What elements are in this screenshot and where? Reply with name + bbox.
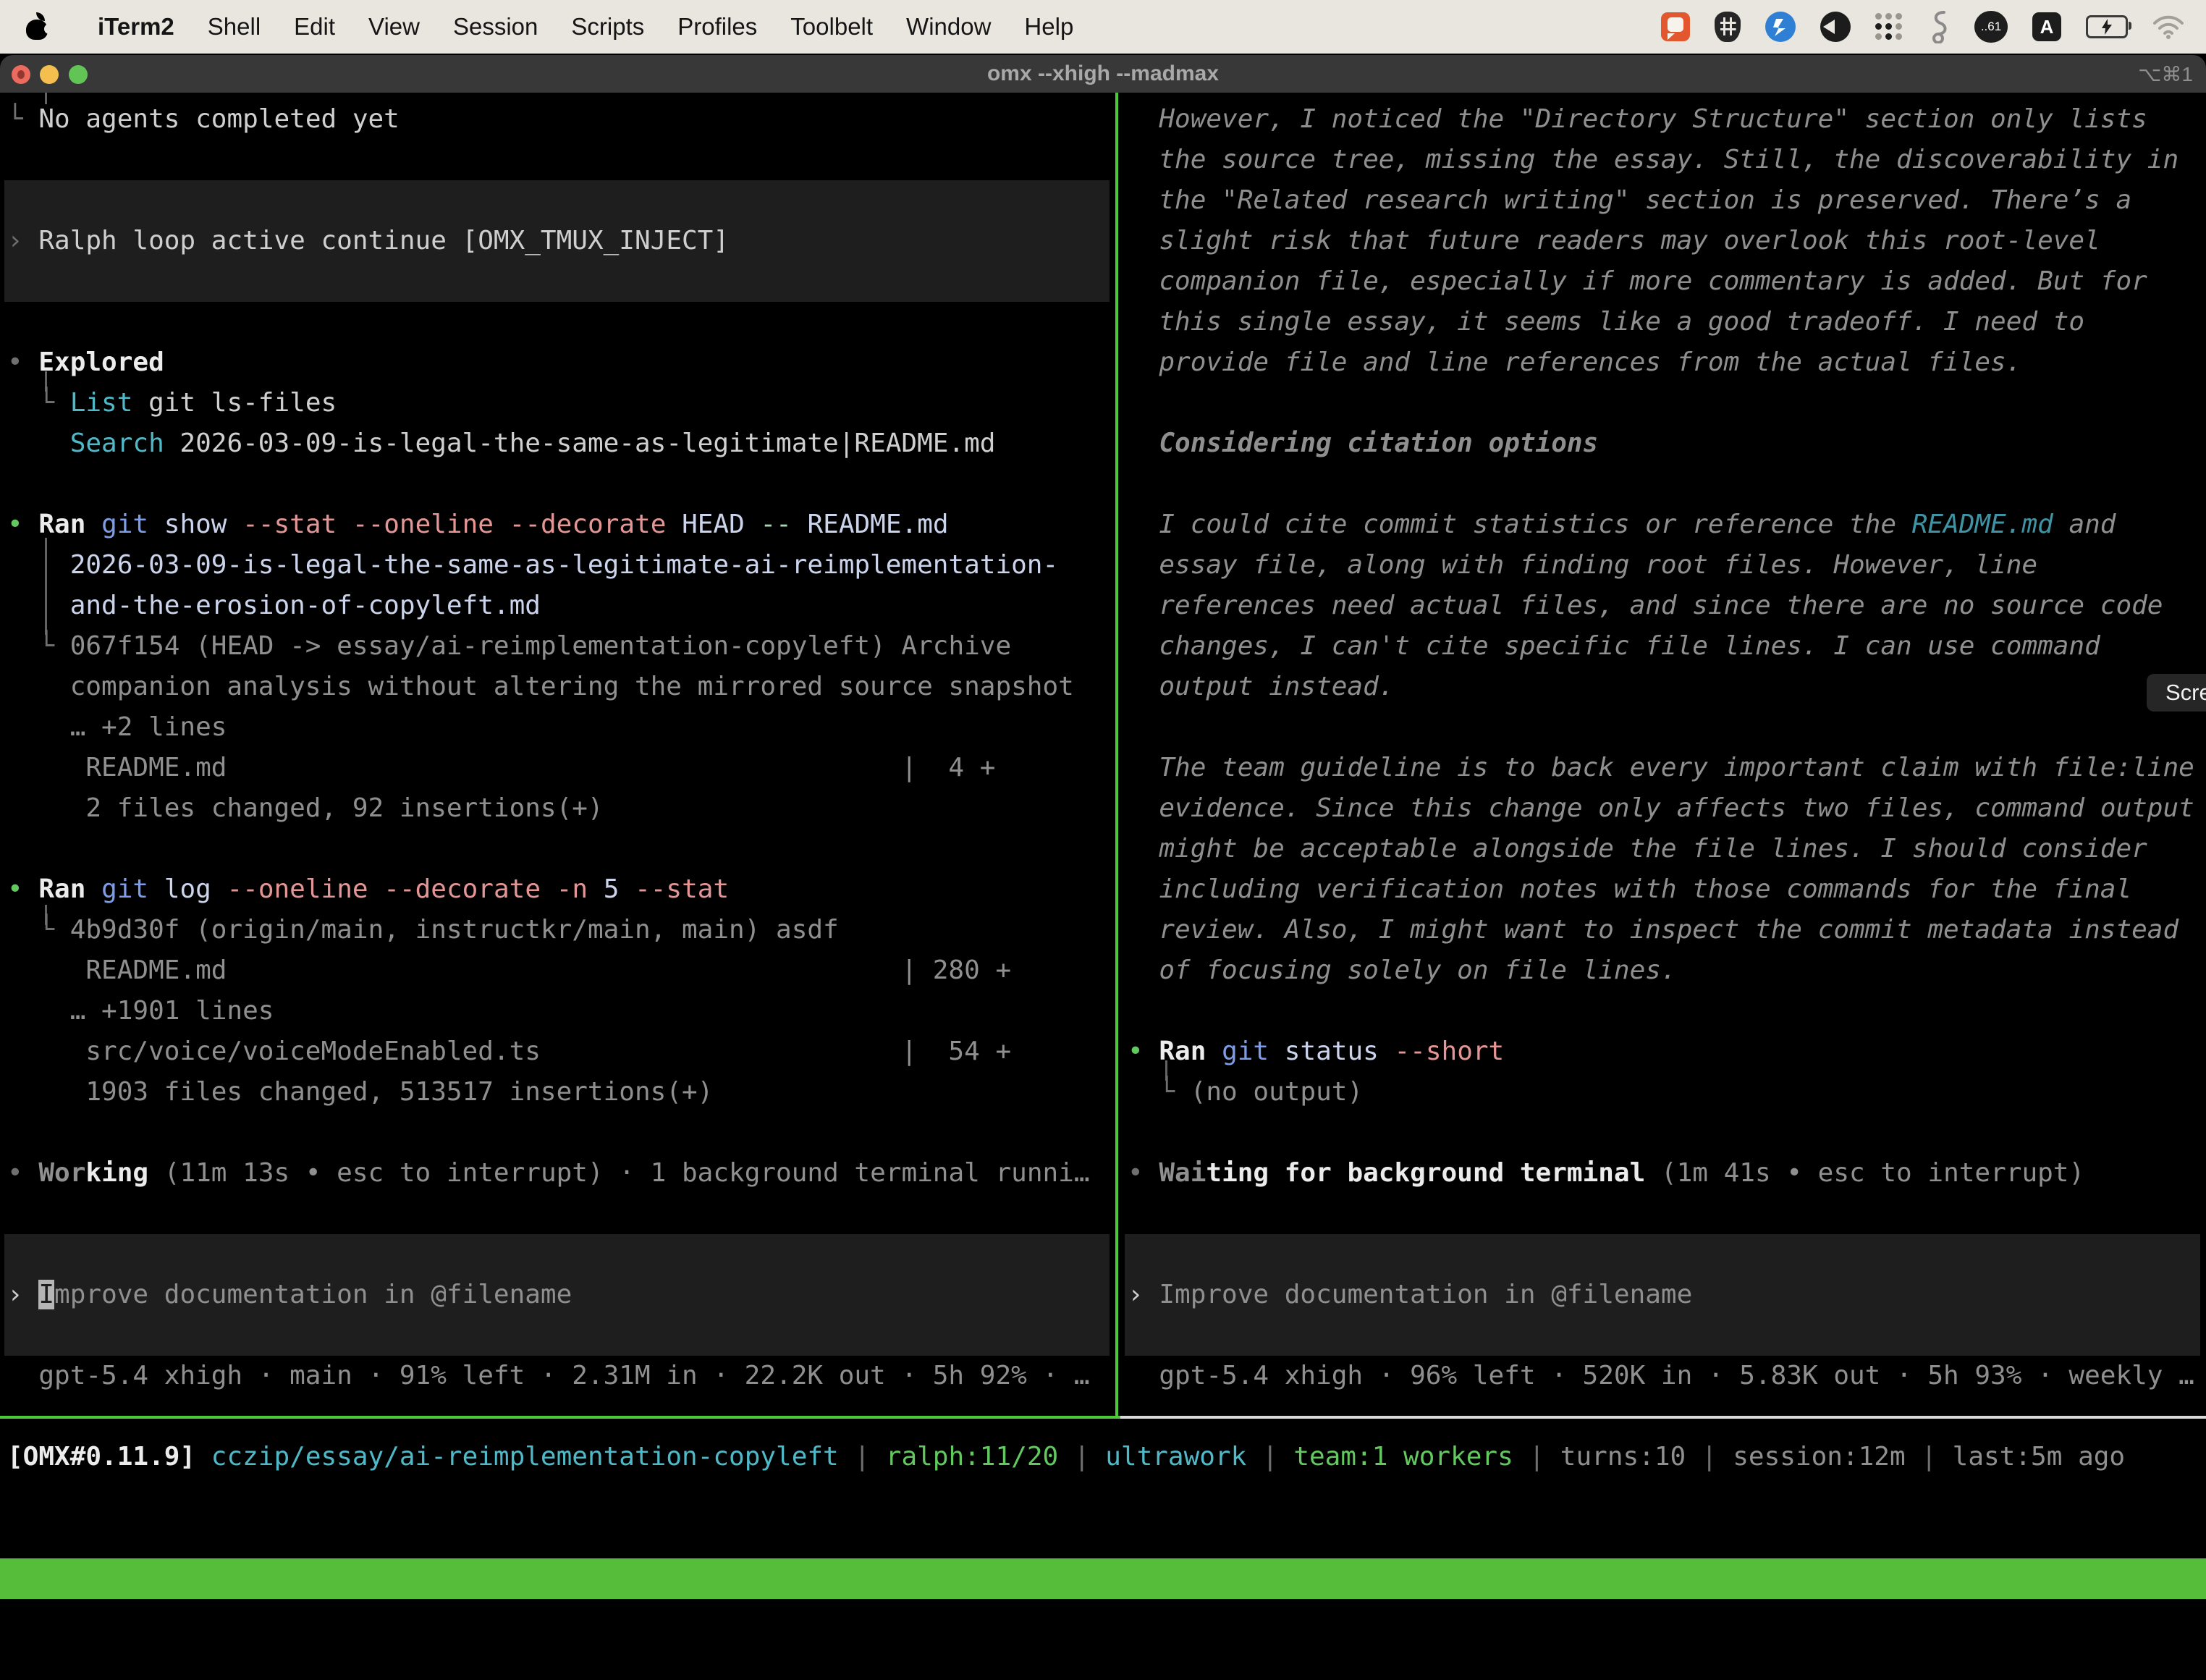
session-status-left: gpt-5.4 xhigh · main · 91% left · 2.31M … bbox=[7, 1356, 1090, 1396]
apps-grid-icon[interactable] bbox=[1875, 13, 1903, 41]
pending-injection-box[interactable]: › Ralph loop active continue [OMX_TMUX_I… bbox=[4, 180, 1110, 302]
terminal-row: • Waiting for background terminal (1m 41… bbox=[1128, 1153, 2084, 1194]
terminal-row: companion analysis without altering the … bbox=[7, 667, 1074, 707]
terminal-row: provide file and line references from th… bbox=[1128, 342, 2021, 383]
prompt-input-left[interactable]: › Improve documentation in @filename bbox=[4, 1234, 1110, 1356]
terminal-row: └ 067f154 (HEAD -> essay/ai-reimplementa… bbox=[7, 626, 1011, 667]
tmux-status-bar: [omx-cczip0:bash* "MacBook-Pro-44.local"… bbox=[0, 1558, 2206, 1599]
tooltip-text: Scre bbox=[2165, 680, 2206, 706]
terminal-row: I could cite commit statistics or refere… bbox=[1128, 505, 2116, 545]
menu-item-iterm2[interactable]: iTerm2 bbox=[81, 13, 191, 41]
menu-status-icons: ..61 A bbox=[1661, 10, 2184, 43]
terminal-row: including verification notes with those … bbox=[1128, 869, 2131, 910]
injection-text: › Ralph loop active continue [OMX_TMUX_I… bbox=[7, 221, 729, 261]
kaleidoscope-icon[interactable] bbox=[1820, 12, 1851, 42]
terminal-row: • Ran git status --short bbox=[1128, 1031, 1504, 1072]
wifi-icon[interactable] bbox=[2152, 14, 2184, 39]
terminal-row: 1903 files changed, 513517 insertions(+) bbox=[7, 1072, 713, 1113]
terminal-row: of focusing solely on file lines. bbox=[1128, 950, 1677, 991]
screen-tooltip: Scre bbox=[2147, 674, 2206, 712]
terminal-row: evidence. Since this change only affects… bbox=[1128, 788, 2194, 829]
tmux-session-label: [omx-cczip0:bash* bbox=[6, 1599, 272, 1639]
terminal-row: README.md | 280 + bbox=[7, 950, 1011, 991]
session-status-right: gpt-5.4 xhigh · 96% left · 520K in · 5.8… bbox=[1128, 1356, 2194, 1396]
prompt-input-right[interactable]: › Improve documentation in @filename bbox=[1125, 1234, 2200, 1356]
pane-divider[interactable] bbox=[1115, 93, 1118, 1416]
terminal-row: changes, I can't cite specific file line… bbox=[1128, 626, 2100, 667]
terminal-row: the "Related research writing" section i… bbox=[1128, 180, 2131, 221]
terminal-row: src/voice/voiceModeEnabled.ts | 54 + bbox=[7, 1031, 1011, 1072]
terminal-row: review. Also, I might want to inspect th… bbox=[1128, 910, 2178, 950]
menu-item-session[interactable]: Session bbox=[436, 13, 554, 41]
terminal-row: essay file, along with finding root file… bbox=[1128, 545, 2037, 586]
window-shortcut-badge: ⌥⌘1 bbox=[2138, 62, 2193, 86]
terminal-row: slight risk that future readers may over… bbox=[1128, 221, 2100, 261]
terminal-row: references need actual files, and since … bbox=[1128, 586, 2163, 626]
window-title: omx --xhigh --madmax bbox=[0, 62, 2206, 86]
input-source-icon[interactable]: A bbox=[2032, 12, 2061, 41]
privacy-shield-icon[interactable] bbox=[1715, 12, 1741, 42]
terminal-row: • Working (11m 13s • esc to interrupt) ·… bbox=[7, 1153, 1090, 1194]
prompt-text: › Improve documentation in @filename bbox=[1128, 1275, 1692, 1315]
omx-status-line: [OMX#0.11.9] cczip/essay/ai-reimplementa… bbox=[7, 1437, 2125, 1477]
terminal: › Ralph loop active continue [OMX_TMUX_I… bbox=[0, 93, 2206, 1558]
terminal-row: Considering citation options bbox=[1128, 423, 1598, 464]
terminal-row: README.md | 4 + bbox=[7, 748, 995, 788]
terminal-row: └ (no output) bbox=[1128, 1072, 1363, 1113]
blue-badge-icon[interactable] bbox=[1765, 12, 1796, 42]
menu-bar: iTerm2ShellEditViewSessionScriptsProfile… bbox=[0, 0, 2206, 54]
terminal-row: └ No agents completed yet bbox=[7, 99, 400, 140]
terminal-row: └ List git ls-files bbox=[7, 383, 337, 423]
menu-item-shell[interactable]: Shell bbox=[191, 13, 277, 41]
terminal-row: However, I noticed the "Directory Struct… bbox=[1128, 99, 2147, 140]
apple-logo-icon[interactable] bbox=[25, 12, 49, 41]
right-terminal-pane[interactable]: › Improve documentation in @filename gpt… bbox=[1120, 93, 2206, 1416]
active-pane-border bbox=[0, 1416, 1120, 1419]
menu-item-window[interactable]: Window bbox=[889, 13, 1007, 41]
left-terminal-pane[interactable]: › Ralph loop active continue [OMX_TMUX_I… bbox=[0, 93, 1115, 1416]
battery-percent-badge[interactable]: ..61 bbox=[1974, 11, 2008, 43]
squiggle-icon[interactable] bbox=[1928, 10, 1950, 43]
terminal-row: └ 4b9d30f (origin/main, instructkr/main,… bbox=[7, 910, 839, 950]
menu-item-toolbelt[interactable]: Toolbelt bbox=[774, 13, 889, 41]
terminal-row: might be acceptable alongside the file l… bbox=[1128, 829, 2147, 869]
prompt-text: › Improve documentation in @filename bbox=[7, 1275, 572, 1315]
terminal-row: … +1901 lines bbox=[7, 991, 274, 1031]
terminal-row: this single essay, it seems like a good … bbox=[1128, 302, 2084, 342]
terminal-row: • Explored bbox=[7, 342, 164, 383]
terminal-row: 2 files changed, 92 insertions(+) bbox=[7, 788, 604, 829]
terminal-row: … +2 lines bbox=[7, 707, 227, 748]
terminal-row: companion file, especially if more comme… bbox=[1128, 261, 2147, 302]
battery-icon[interactable] bbox=[2086, 15, 2128, 38]
menu-item-edit[interactable]: Edit bbox=[277, 13, 352, 41]
menu-item-help[interactable]: Help bbox=[1007, 13, 1090, 41]
app-menus: iTerm2ShellEditViewSessionScriptsProfile… bbox=[81, 13, 1090, 41]
terminal-row: • Ran git log --oneline --decorate -n 5 … bbox=[7, 869, 729, 910]
window-title-bar: omx --xhigh --madmax ⌥⌘1 bbox=[0, 55, 2206, 93]
menu-item-scripts[interactable]: Scripts bbox=[554, 13, 661, 41]
terminal-row: • Ran git show --stat --oneline --decora… bbox=[7, 505, 949, 545]
terminal-row: output instead. bbox=[1128, 667, 1394, 707]
screenshot-app-icon[interactable] bbox=[1661, 12, 1690, 41]
tmux-host-clock: "MacBook-Pro-44.local" 04:52 31-Mar-26 bbox=[1604, 1639, 2200, 1680]
terminal-row: The team guideline is to back every impo… bbox=[1128, 748, 2194, 788]
inactive-pane-border bbox=[1120, 1416, 2206, 1419]
terminal-row: Search 2026-03-09-is-legal-the-same-as-l… bbox=[7, 423, 995, 464]
terminal-row: the source tree, missing the essay. Stil… bbox=[1128, 140, 2178, 180]
terminal-row: 2026-03-09-is-legal-the-same-as-legitima… bbox=[7, 545, 1058, 586]
menu-item-profiles[interactable]: Profiles bbox=[661, 13, 774, 41]
terminal-row: and-the-erosion-of-copyleft.md bbox=[7, 586, 541, 626]
menu-item-view[interactable]: View bbox=[352, 13, 436, 41]
